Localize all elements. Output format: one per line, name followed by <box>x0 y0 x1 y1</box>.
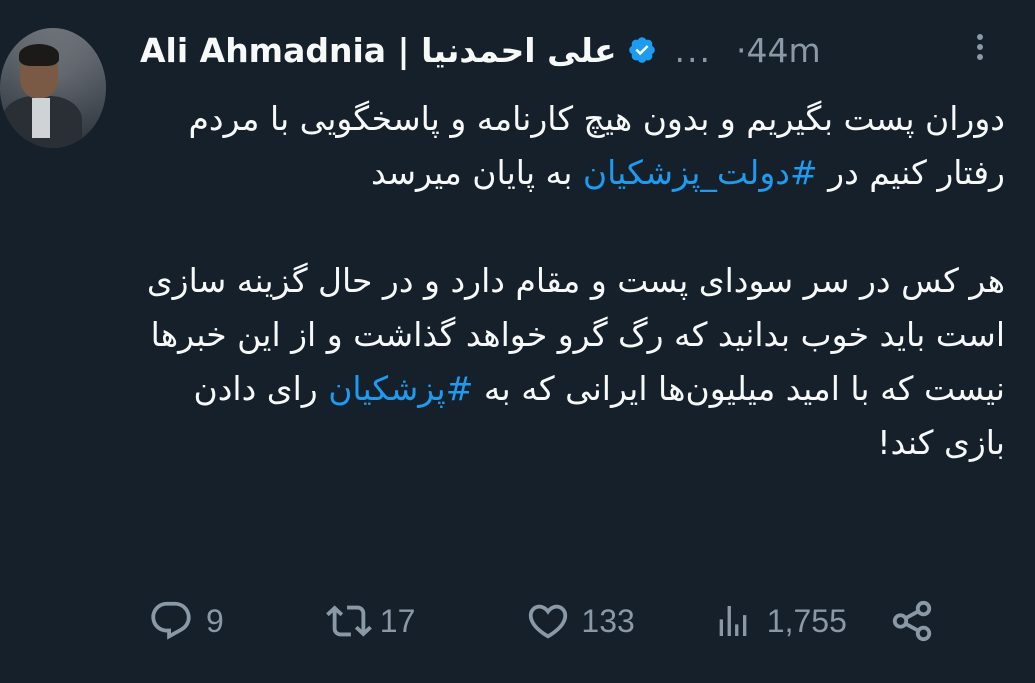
hashtag-link[interactable]: #پزشکیان <box>328 369 473 408</box>
reply-button[interactable]: 9 <box>148 598 224 644</box>
like-icon <box>525 598 571 644</box>
reply-count: 9 <box>206 602 224 639</box>
more-icon[interactable] <box>973 30 987 70</box>
retweet-count: 17 <box>379 602 416 639</box>
views-icon <box>713 598 753 644</box>
tweet-header: Ali Ahmadnia | علی احمدنیا ... ·44m <box>140 26 985 74</box>
hashtag-link[interactable]: #دولت_پزشکیان <box>583 153 818 192</box>
paragraph-1-text-b: به پایان میرسد <box>371 153 583 192</box>
share-button[interactable] <box>889 598 935 644</box>
views-button[interactable]: 1,755 <box>713 598 847 644</box>
tweet: Ali Ahmadnia | علی احمدنیا ... ·44m دورا… <box>0 0 1035 683</box>
author-handle[interactable]: ... <box>675 31 712 70</box>
tweet-text: دوران پست بگیریم و بدون هیچ کارنامه و پا… <box>128 92 1005 470</box>
like-button[interactable]: 133 <box>525 598 635 644</box>
verified-badge-icon <box>627 35 657 65</box>
tweet-paragraph-1: دوران پست بگیریم و بدون هیچ کارنامه و پا… <box>128 92 1005 200</box>
retweet-button[interactable]: 17 <box>324 598 416 644</box>
share-icon <box>889 598 935 644</box>
tweet-paragraph-2: هر کس در سر سودای پست و مقام دارد و در ح… <box>128 254 1005 470</box>
author-name[interactable]: Ali Ahmadnia | علی احمدنیا <box>140 31 617 70</box>
like-count: 133 <box>581 602 635 639</box>
avatar[interactable] <box>0 28 106 148</box>
action-bar: 9 17 133 1,755 <box>148 594 935 648</box>
timestamp[interactable]: ·44m <box>736 31 821 70</box>
reply-icon <box>148 598 194 644</box>
views-count: 1,755 <box>766 602 847 639</box>
retweet-icon <box>324 598 374 644</box>
